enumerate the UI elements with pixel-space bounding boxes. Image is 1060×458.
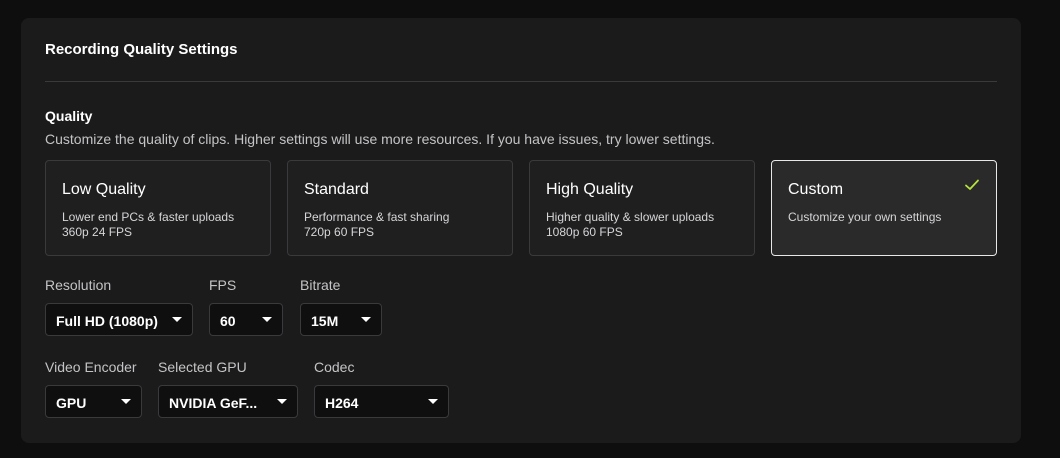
preset-card-title: High Quality <box>546 181 634 198</box>
divider <box>45 81 997 82</box>
selected-gpu-select[interactable]: NVIDIA GeF... <box>158 385 298 418</box>
fps-select[interactable]: 60 <box>209 303 283 336</box>
caret-down-icon <box>277 399 287 404</box>
preset-card-spec: 720p 60 FPS <box>304 225 375 239</box>
panel-title: Recording Quality Settings <box>45 41 238 58</box>
check-icon <box>965 179 979 190</box>
preset-card-description: Higher quality & slower uploads <box>546 210 715 224</box>
bitrate-select[interactable]: 15M <box>300 303 382 336</box>
preset-card-description: Performance & fast sharing <box>304 210 450 224</box>
caret-down-icon <box>172 317 182 322</box>
preset-card-description: Lower end PCs & faster uploads <box>62 210 235 224</box>
bitrate-value: 15M <box>311 313 339 329</box>
preset-card-title: Low Quality <box>62 181 146 198</box>
codec-value: H264 <box>325 395 359 411</box>
selected-gpu-value: NVIDIA GeF... <box>169 395 258 411</box>
codec-label: Codec <box>314 359 355 375</box>
preset-card-spec: 1080p 60 FPS <box>546 225 623 239</box>
preset-card-low-quality[interactable]: Low Quality Lower end PCs & faster uploa… <box>45 160 271 256</box>
preset-card-standard[interactable]: Standard Performance & fast sharing 720p… <box>287 160 513 256</box>
video-encoder-select[interactable]: GPU <box>45 385 142 418</box>
preset-card-spec: 360p 24 FPS <box>62 225 133 239</box>
fps-label: FPS <box>209 277 237 293</box>
recording-quality-panel: Recording Quality Settings Quality Custo… <box>21 18 1021 443</box>
video-encoder-label: Video Encoder <box>45 359 137 375</box>
caret-down-icon <box>428 399 438 404</box>
selected-gpu-label: Selected GPU <box>158 359 247 375</box>
quality-preset-cards: Low Quality Lower end PCs & faster uploa… <box>45 160 997 256</box>
quality-section-title: Quality <box>45 108 93 124</box>
resolution-value: Full HD (1080p) <box>56 313 158 329</box>
caret-down-icon <box>121 399 131 404</box>
quality-section-description: Customize the quality of clips. Higher s… <box>45 131 715 147</box>
preset-card-high-quality[interactable]: High Quality Higher quality & slower upl… <box>529 160 755 256</box>
preset-card-title: Standard <box>304 181 369 198</box>
resolution-select[interactable]: Full HD (1080p) <box>45 303 193 336</box>
bitrate-label: Bitrate <box>300 277 341 293</box>
preset-card-description: Customize your own settings <box>788 210 942 224</box>
video-encoder-value: GPU <box>56 395 87 411</box>
codec-select[interactable]: H264 <box>314 385 449 418</box>
preset-card-custom[interactable]: Custom Customize your own settings <box>771 160 997 256</box>
caret-down-icon <box>361 317 371 322</box>
fps-value: 60 <box>220 313 236 329</box>
preset-card-title: Custom <box>788 181 844 198</box>
resolution-label: Resolution <box>45 277 112 293</box>
caret-down-icon <box>262 317 272 322</box>
